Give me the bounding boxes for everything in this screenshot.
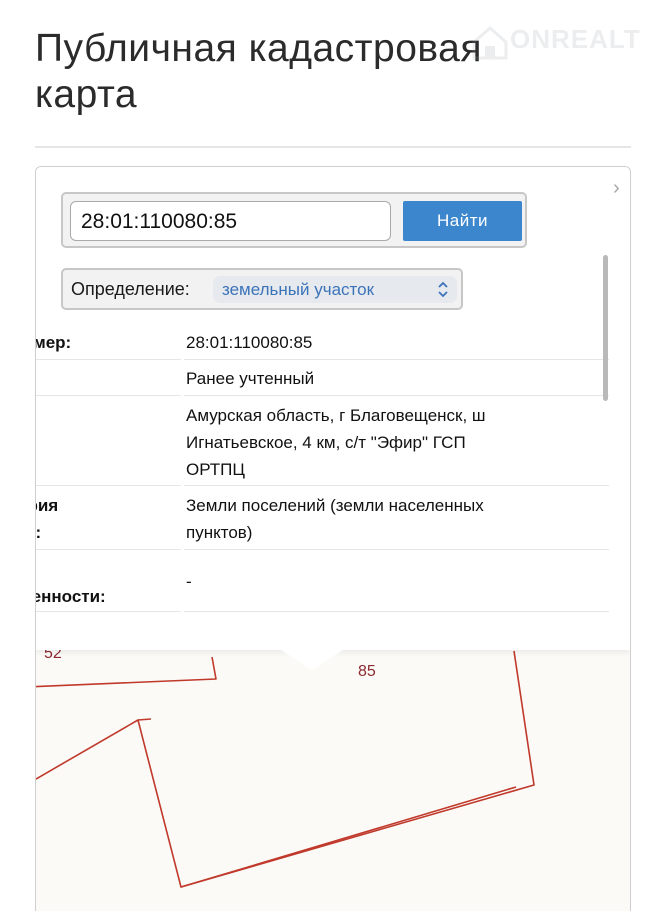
popup-scrollbar[interactable]	[603, 255, 608, 401]
find-button[interactable]: Найти	[403, 201, 522, 241]
watermark-logo: ONREALT	[470, 22, 650, 66]
info-value: -	[186, 572, 192, 591]
search-bar: 28:01:110080:85 Найти	[61, 192, 527, 248]
row-divider	[184, 395, 609, 396]
row-divider	[36, 485, 181, 486]
info-key: дрес:	[36, 429, 183, 456]
parcel-boundary	[180, 786, 517, 888]
parcel-boundary	[36, 650, 535, 888]
parcel-label: 85	[358, 663, 376, 680]
info-value: Ранее учтенный	[186, 369, 315, 388]
row-divider	[36, 611, 181, 612]
row-divider	[184, 549, 609, 550]
parcel-boundary	[36, 656, 217, 688]
definition-selected-value: земельный участок	[222, 280, 375, 299]
info-value: Земли поселений (земли населенных пункто…	[186, 496, 484, 542]
definition-bar: Определение: земельный участок	[61, 268, 463, 310]
row-divider	[36, 549, 181, 550]
info-value: 28:01:110080:85	[186, 333, 313, 352]
cadastral-number-input[interactable]: 28:01:110080:85	[70, 201, 391, 241]
parcel-info-popup: › 28:01:110080:85 Найти Определение: зем…	[36, 167, 630, 650]
chevron-updown-icon	[438, 281, 448, 298]
close-icon[interactable]: ›	[613, 178, 627, 198]
watermark-text: ONREALT	[510, 24, 641, 54]
row-divider	[36, 359, 181, 360]
row-divider	[184, 485, 609, 486]
info-key: атегория емель:	[35, 496, 59, 542]
cadastral-map[interactable]: 52 85 › 28:01:110080:85 Найти Определени…	[35, 166, 631, 911]
popup-pointer	[278, 648, 346, 670]
definition-select[interactable]: земельный участок	[213, 276, 457, 303]
definition-label: Определение:	[71, 279, 190, 299]
info-key: татус:	[36, 365, 183, 392]
row-divider	[36, 395, 181, 396]
info-key: ад. номер:	[36, 333, 72, 352]
parcel-boundary	[137, 718, 152, 721]
title-divider	[35, 146, 631, 148]
info-key: орма обственности:	[36, 587, 106, 606]
info-value: Амурская область, г Благовещенск, ш Игна…	[186, 406, 486, 479]
row-divider	[184, 611, 609, 612]
row-divider	[184, 359, 609, 360]
